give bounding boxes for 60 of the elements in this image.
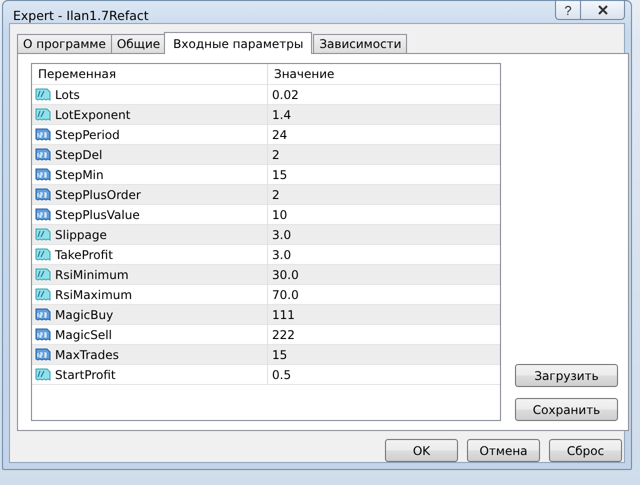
parameter-name: Lots xyxy=(55,88,80,102)
table-cell[interactable]: 10 xyxy=(268,205,500,224)
parameter-name: MaxTrades xyxy=(55,348,119,362)
parameter-name: TakeProfit xyxy=(55,248,113,262)
table-cell[interactable]: 222 xyxy=(268,325,500,344)
fraction-icon xyxy=(35,108,51,122)
tab[interactable]: Входные параметры xyxy=(164,32,312,54)
table-cell[interactable]: 3.0 xyxy=(268,225,500,244)
table-cell[interactable]: 3.0 xyxy=(268,245,500,264)
parameter-name: StepPlusOrder xyxy=(55,188,141,202)
table-cell[interactable]: 15 xyxy=(268,165,500,184)
tab[interactable]: Зависимости xyxy=(313,34,408,53)
help-button[interactable]: ? xyxy=(555,1,581,20)
dialog-button[interactable]: OK xyxy=(385,439,458,462)
parameter-name: Slippage xyxy=(55,228,107,242)
parameter-name: StartProfit xyxy=(55,368,116,382)
dialog-button[interactable]: Сохранить xyxy=(515,398,618,421)
dialog-button[interactable]: Загрузить xyxy=(515,364,618,387)
parameter-name: StepDel xyxy=(55,148,102,162)
table-cell[interactable]: 0.02 xyxy=(268,85,500,104)
window-title: Expert - Ilan1.7Refact xyxy=(13,8,150,23)
parameter-name: RsiMinimum xyxy=(55,268,129,282)
column-header[interactable]: Значение xyxy=(268,64,500,84)
number-icon xyxy=(35,128,51,142)
table-cell[interactable]: 111 xyxy=(268,305,500,324)
fraction-icon xyxy=(35,288,51,302)
table-cell[interactable]: 1.4 xyxy=(268,105,500,124)
close-button[interactable] xyxy=(581,1,625,20)
column-header[interactable]: Переменная xyxy=(32,64,268,84)
fraction-icon xyxy=(35,228,51,242)
parameter-name: MagicBuy xyxy=(55,308,114,322)
table-cell[interactable]: 30.0 xyxy=(268,265,500,284)
fraction-icon xyxy=(35,88,51,102)
number-icon xyxy=(35,148,51,162)
number-icon xyxy=(35,328,51,342)
parameter-name: StepMin xyxy=(55,168,104,182)
number-icon xyxy=(35,308,51,322)
tab[interactable]: Общие xyxy=(110,34,166,53)
parameter-name: MagicSell xyxy=(55,328,112,342)
tab[interactable]: О программе xyxy=(17,34,112,53)
table-cell[interactable]: 15 xyxy=(268,345,500,364)
dialog-button[interactable]: Сброс xyxy=(549,439,622,462)
close-icon xyxy=(596,5,608,15)
fraction-icon xyxy=(35,248,51,262)
number-icon xyxy=(35,208,51,222)
fraction-icon xyxy=(35,268,51,282)
table-cell[interactable]: 2 xyxy=(268,185,500,204)
table-cell[interactable]: 0.5 xyxy=(268,365,500,384)
fraction-icon xyxy=(35,368,51,382)
table-cell[interactable]: 2 xyxy=(268,145,500,164)
number-icon xyxy=(35,348,51,362)
table-cell[interactable]: 70.0 xyxy=(268,285,500,304)
parameter-name: LotExponent xyxy=(55,108,130,122)
number-icon xyxy=(35,168,51,182)
parameter-name: StepPeriod xyxy=(55,128,120,142)
number-icon xyxy=(35,188,51,202)
table-cell[interactable]: 24 xyxy=(268,125,500,144)
parameter-name: RsiMaximum xyxy=(55,288,132,302)
parameter-name: StepPlusValue xyxy=(55,208,140,222)
dialog-button[interactable]: Отмена xyxy=(467,439,540,462)
